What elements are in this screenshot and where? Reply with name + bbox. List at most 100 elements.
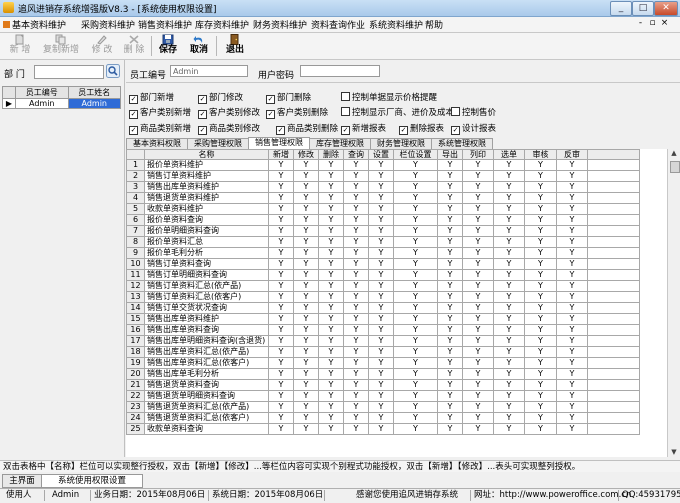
permission-flag-cell[interactable]: Y bbox=[462, 159, 494, 171]
permission-flag-cell[interactable]: Y bbox=[268, 181, 294, 193]
permission-flag-cell[interactable]: Y bbox=[462, 412, 494, 424]
permission-flag-cell[interactable]: Y bbox=[293, 203, 319, 215]
permission-flag-cell[interactable]: Y bbox=[524, 280, 557, 292]
permission-flag-cell[interactable]: Y bbox=[437, 368, 463, 380]
permission-name-cell[interactable]: 报价单资料查询 bbox=[144, 214, 269, 226]
permission-flag-cell[interactable]: Y bbox=[318, 225, 344, 237]
permission-flag-cell[interactable]: Y bbox=[462, 203, 494, 215]
table-row[interactable]: 3 销售出库单资料维护 Y Y Y Y Y Y Y Y Y Y Y bbox=[126, 181, 640, 193]
permission-flag-cell[interactable]: Y bbox=[343, 379, 369, 391]
permission-flag-cell[interactable]: Y bbox=[393, 335, 438, 347]
menu-sales[interactable]: 销售资料维护 bbox=[138, 18, 192, 31]
permission-flag-cell[interactable]: Y bbox=[368, 412, 394, 424]
permission-flag-cell[interactable]: Y bbox=[556, 181, 588, 193]
permission-flag-cell[interactable]: Y bbox=[524, 214, 557, 226]
permission-flag-cell[interactable]: Y bbox=[524, 302, 557, 314]
permission-flag-cell[interactable]: Y bbox=[393, 401, 438, 413]
permission-flag-cell[interactable]: Y bbox=[524, 368, 557, 380]
permission-flag-cell[interactable]: Y bbox=[268, 335, 294, 347]
permission-flag-cell[interactable]: Y bbox=[524, 412, 557, 424]
permission-flag-cell[interactable]: Y bbox=[293, 335, 319, 347]
table-row[interactable]: 6 报价单资料查询 Y Y Y Y Y Y Y Y Y Y Y bbox=[126, 214, 640, 226]
table-row[interactable]: 17 销售出库单明细资料查询(含退货) Y Y Y Y Y Y Y Y Y Y Y bbox=[126, 335, 640, 347]
permission-flag-cell[interactable]: Y bbox=[556, 236, 588, 248]
permission-flag-cell[interactable]: Y bbox=[462, 346, 494, 358]
permission-flag-cell[interactable]: Y bbox=[556, 401, 588, 413]
table-row[interactable]: 25 收款单资料查询 Y Y Y Y Y Y Y Y Y Y Y bbox=[126, 423, 640, 435]
permission-name-cell[interactable]: 销售出库单资料维护 bbox=[144, 313, 269, 325]
permission-flag-cell[interactable]: Y bbox=[393, 379, 438, 391]
tab-finance[interactable]: 财务管理权限 bbox=[370, 138, 432, 149]
permission-name-cell[interactable]: 报价单资料维护 bbox=[144, 159, 269, 171]
permission-flag-cell[interactable]: Y bbox=[462, 379, 494, 391]
permission-flag-cell[interactable]: Y bbox=[437, 203, 463, 215]
permission-flag-cell[interactable]: Y bbox=[293, 302, 319, 314]
permission-flag-cell[interactable]: Y bbox=[268, 346, 294, 358]
permission-flag-cell[interactable]: Y bbox=[524, 192, 557, 204]
table-row[interactable]: 14 销售订单交货状况查询 Y Y Y Y Y Y Y Y Y Y Y bbox=[126, 302, 640, 314]
permission-flag-cell[interactable]: Y bbox=[437, 302, 463, 314]
permission-flag-cell[interactable]: Y bbox=[268, 247, 294, 259]
permission-flag-cell[interactable]: Y bbox=[493, 291, 525, 303]
permission-name-cell[interactable]: 销售退货单资料查询 bbox=[144, 379, 269, 391]
permission-flag-cell[interactable]: Y bbox=[343, 214, 369, 226]
permission-flag-cell[interactable]: Y bbox=[393, 181, 438, 193]
permission-flag-cell[interactable]: Y bbox=[293, 291, 319, 303]
permission-flag-cell[interactable]: Y bbox=[343, 159, 369, 171]
permission-flag-cell[interactable]: Y bbox=[462, 357, 494, 369]
permission-flag-cell[interactable]: Y bbox=[368, 291, 394, 303]
permission-flag-cell[interactable]: Y bbox=[437, 170, 463, 182]
permission-name-cell[interactable]: 销售出库单资料维护 bbox=[144, 181, 269, 193]
permission-flag-cell[interactable]: Y bbox=[437, 181, 463, 193]
permission-checkbox[interactable]: ✓ 部门修改 bbox=[198, 91, 243, 104]
permission-flag-cell[interactable]: Y bbox=[368, 302, 394, 314]
permission-flag-cell[interactable]: Y bbox=[268, 258, 294, 270]
tab-sales[interactable]: 销售管理权限 bbox=[248, 137, 310, 149]
permission-flag-cell[interactable]: Y bbox=[343, 313, 369, 325]
permission-flag-cell[interactable]: Y bbox=[493, 159, 525, 171]
table-row[interactable]: 2 销售订单资料维护 Y Y Y Y Y Y Y Y Y Y Y bbox=[126, 170, 640, 182]
permission-flag-cell[interactable]: Y bbox=[462, 214, 494, 226]
close-button[interactable]: ✕ bbox=[654, 1, 678, 16]
menu-system[interactable]: 系统资料维护 bbox=[369, 18, 423, 31]
permission-flag-cell[interactable]: Y bbox=[293, 379, 319, 391]
permission-flag-cell[interactable]: Y bbox=[524, 236, 557, 248]
permission-flag-cell[interactable]: Y bbox=[393, 412, 438, 424]
permission-flag-cell[interactable]: Y bbox=[556, 423, 588, 435]
permission-flag-cell[interactable]: Y bbox=[318, 170, 344, 182]
permission-flag-cell[interactable]: Y bbox=[524, 401, 557, 413]
table-row[interactable]: 8 报价单资料汇总 Y Y Y Y Y Y Y Y Y Y Y bbox=[126, 236, 640, 248]
permission-flag-cell[interactable]: Y bbox=[462, 225, 494, 237]
permission-flag-cell[interactable]: Y bbox=[393, 313, 438, 325]
permission-flag-cell[interactable]: Y bbox=[462, 247, 494, 259]
permission-flag-cell[interactable]: Y bbox=[293, 423, 319, 435]
edit-button[interactable]: 修 改 bbox=[86, 34, 118, 58]
permission-flag-cell[interactable]: Y bbox=[462, 324, 494, 336]
permission-flag-cell[interactable]: Y bbox=[268, 302, 294, 314]
table-row[interactable]: 5 收款单资料维护 Y Y Y Y Y Y Y Y Y Y Y bbox=[126, 203, 640, 215]
permission-flag-cell[interactable]: Y bbox=[268, 401, 294, 413]
permission-flag-cell[interactable]: Y bbox=[343, 412, 369, 424]
permission-flag-cell[interactable]: Y bbox=[318, 258, 344, 270]
tab-purchase[interactable]: 采购管理权限 bbox=[187, 138, 249, 149]
permission-flag-cell[interactable]: Y bbox=[318, 269, 344, 281]
permission-flag-cell[interactable]: Y bbox=[493, 302, 525, 314]
permission-flag-cell[interactable]: Y bbox=[524, 159, 557, 171]
table-row[interactable]: 12 销售订单资料汇总(依产品) Y Y Y Y Y Y Y Y Y Y Y bbox=[126, 280, 640, 292]
permission-flag-cell[interactable]: Y bbox=[293, 170, 319, 182]
table-row[interactable]: 10 销售订单资料查询 Y Y Y Y Y Y Y Y Y Y Y bbox=[126, 258, 640, 270]
permission-flag-cell[interactable]: Y bbox=[556, 390, 588, 402]
permission-flag-cell[interactable]: Y bbox=[462, 280, 494, 292]
permission-flag-cell[interactable]: Y bbox=[524, 225, 557, 237]
permission-flag-cell[interactable]: Y bbox=[462, 181, 494, 193]
permission-flag-cell[interactable]: Y bbox=[368, 170, 394, 182]
permission-name-cell[interactable]: 销售订单资料汇总(依客户) bbox=[144, 291, 269, 303]
vertical-scrollbar[interactable]: ▲ ▼ bbox=[667, 149, 680, 457]
permission-flag-cell[interactable]: Y bbox=[368, 390, 394, 402]
permission-checkbox[interactable]: ✓ 商品类别修改 bbox=[198, 122, 260, 135]
permission-flag-cell[interactable]: Y bbox=[343, 302, 369, 314]
permission-flag-cell[interactable]: Y bbox=[462, 368, 494, 380]
permission-flag-cell[interactable]: Y bbox=[462, 302, 494, 314]
grid-column-header[interactable]: 设置 bbox=[368, 149, 394, 160]
checkbox-box[interactable]: ✓ bbox=[276, 126, 285, 135]
